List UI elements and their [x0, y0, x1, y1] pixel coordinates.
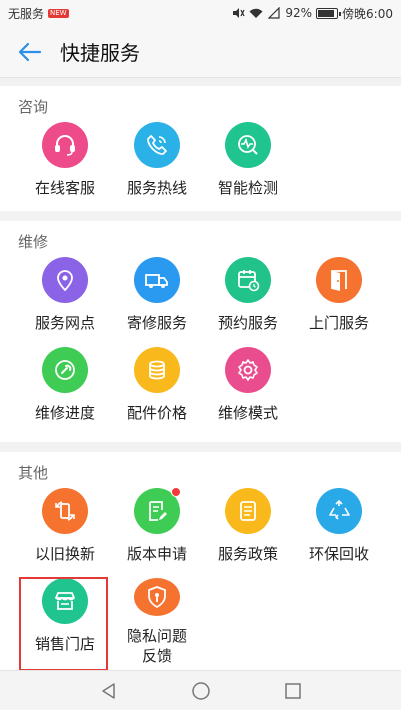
delivery-truck-icon	[134, 257, 180, 303]
document-edit-icon	[134, 487, 181, 534]
item-label: 智能检测	[217, 179, 278, 197]
back-arrow-icon	[18, 42, 42, 61]
item-label: 配件价格	[126, 404, 187, 422]
selection-highlight-box	[19, 577, 108, 671]
carrier-text: 无服务	[8, 6, 45, 21]
service-appointment[interactable]: 预约服务	[202, 257, 294, 345]
recycle-icon	[316, 488, 362, 534]
section-title-repair: 维修	[18, 233, 49, 251]
phone-icon	[134, 122, 180, 168]
item-label: 上门服务	[308, 314, 369, 332]
back-button[interactable]	[0, 26, 60, 78]
clock: 傍晚6:00	[342, 6, 393, 21]
service-trade-in[interactable]: 以旧换新	[19, 488, 111, 576]
notification-badge: NEW	[48, 8, 69, 18]
service-recycling[interactable]: 环保回收	[293, 488, 385, 576]
service-policy[interactable]: 服务政策	[202, 488, 294, 576]
square-recents-icon	[284, 682, 301, 699]
circle-home-icon	[191, 681, 210, 700]
trade-in-icon	[42, 488, 88, 534]
service-parts-price[interactable]: 配件价格	[111, 347, 203, 435]
item-label: 寄修服务	[126, 314, 187, 332]
section-repair: 维修 服务网点 寄修服务 预约服务 上门服务 维修进度 配件价格 维修模式	[0, 221, 401, 442]
page-title: 快捷服务	[60, 41, 140, 65]
item-label: 在线客服	[34, 179, 95, 197]
service-on-site[interactable]: 上门服务	[293, 257, 385, 345]
service-privacy-feedback[interactable]: 隐私问题反馈	[111, 578, 203, 666]
headset-icon	[42, 122, 88, 168]
status-bar: 无服务 NEW 92% 傍晚6:00	[0, 0, 401, 26]
item-label: 服务网点	[34, 314, 95, 332]
list-document-icon	[225, 488, 271, 534]
nav-recents-button[interactable]	[281, 679, 305, 703]
service-online-support[interactable]: 在线客服	[19, 122, 111, 210]
section-consult: 咨询 在线客服 服务热线 智能检测	[0, 86, 401, 211]
nav-back-button[interactable]	[97, 679, 121, 703]
wrench-icon	[42, 347, 88, 393]
battery-icon	[316, 7, 342, 19]
item-label: 版本申请	[126, 545, 187, 563]
location-pin-icon	[42, 257, 88, 303]
diagnostics-icon	[225, 122, 271, 168]
service-smart-diagnostics[interactable]: 智能检测	[202, 122, 294, 210]
nav-home-button[interactable]	[189, 679, 213, 703]
service-hotline[interactable]: 服务热线	[111, 122, 203, 210]
signal-icon	[267, 7, 281, 19]
privacy-shield-icon	[134, 578, 180, 616]
gear-icon	[225, 347, 271, 393]
item-label: 环保回收	[308, 545, 369, 563]
service-service-points[interactable]: 服务网点	[19, 257, 111, 345]
item-label: 预约服务	[217, 314, 278, 332]
item-label: 以旧换新	[34, 545, 95, 563]
section-title-other: 其他	[18, 464, 49, 482]
service-version-request[interactable]: 版本申请	[111, 487, 203, 576]
service-repair-progress[interactable]: 维修进度	[19, 347, 111, 435]
service-mail-in-repair[interactable]: 寄修服务	[111, 257, 203, 345]
item-label: 服务热线	[126, 179, 187, 197]
item-label: 服务政策	[217, 545, 278, 563]
wifi-icon	[249, 7, 263, 19]
battery-percent: 92%	[285, 6, 313, 20]
mute-icon	[231, 7, 245, 19]
app-header: 快捷服务	[0, 26, 401, 78]
item-label: 隐私问题反馈	[126, 627, 187, 665]
status-left: 无服务 NEW	[8, 5, 69, 22]
item-label: 维修进度	[34, 404, 95, 422]
item-label: 维修模式	[217, 404, 278, 422]
status-right: 92% 傍晚6:00	[231, 5, 393, 22]
system-nav-bar	[0, 670, 401, 710]
coins-icon	[134, 347, 180, 393]
triangle-back-icon	[101, 682, 115, 699]
service-repair-mode[interactable]: 维修模式	[202, 347, 294, 435]
new-badge-dot	[171, 487, 181, 497]
calendar-clock-icon	[225, 257, 271, 303]
door-icon	[316, 257, 362, 303]
section-title-consult: 咨询	[18, 98, 49, 116]
